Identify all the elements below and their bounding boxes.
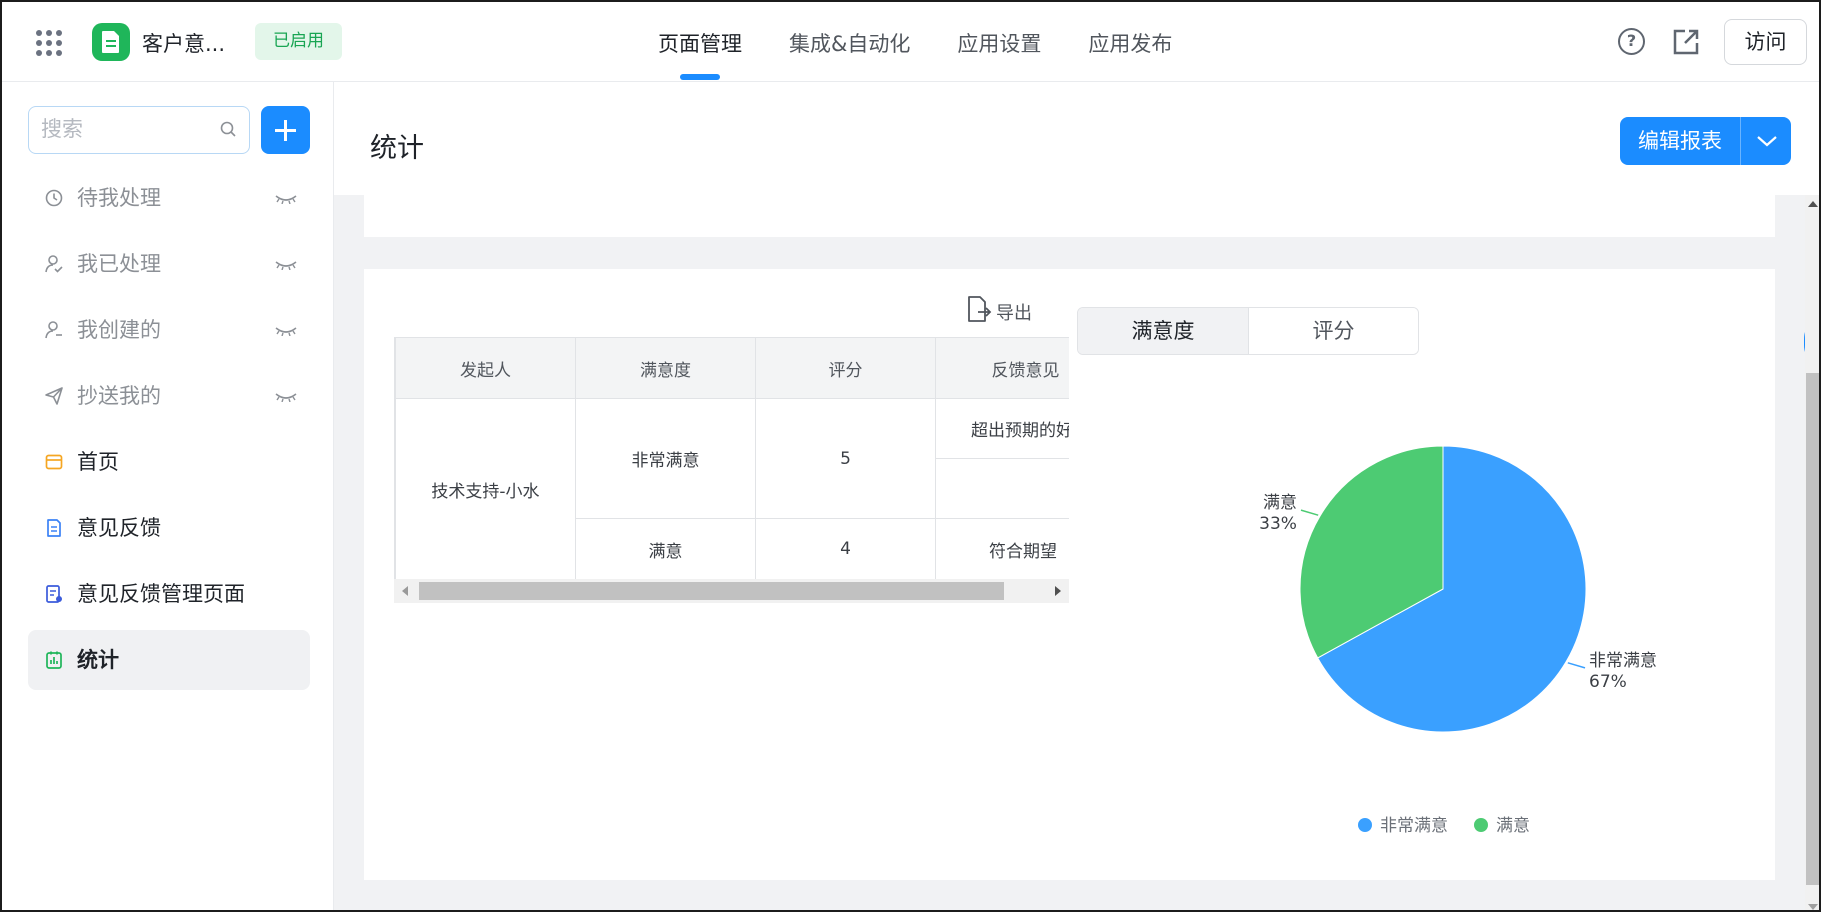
add-page-button[interactable] [261, 106, 310, 154]
search-box [28, 106, 250, 154]
eye-closed-icon[interactable] [274, 326, 298, 336]
pie-category-label: 满意 [1263, 493, 1297, 513]
send-icon [45, 387, 63, 405]
legend-marker[interactable] [1358, 818, 1372, 832]
app-window: 客户意... 已启用 页面管理 集成&自动化 应用设置 应用发布 ? 访问 待我… [0, 0, 1821, 912]
sidebar-item-label: 首页 [77, 450, 119, 474]
legend-label[interactable]: 非常满意 [1380, 816, 1448, 836]
scroll-up-arrow-icon[interactable] [1808, 201, 1818, 207]
sidebar-item-label: 统计 [77, 648, 119, 672]
app-name[interactable]: 客户意... [142, 28, 225, 58]
visit-button[interactable]: 访问 [1724, 19, 1807, 65]
pie-percent-label: 67% [1589, 672, 1627, 692]
sidebar-item-home[interactable]: 首页 [28, 432, 310, 492]
main-content: 统计 编辑报表 导出 发起人 满意度 评分 反馈意见 技术支持-小水 非常满意 … [334, 82, 1819, 910]
edit-report-button[interactable]: 编辑报表 [1620, 117, 1791, 165]
tab-page-management[interactable]: 页面管理 [658, 2, 742, 82]
report-card: 导出 发起人 满意度 评分 反馈意见 技术支持-小水 非常满意 5 超出预期的好… [364, 269, 1775, 880]
report-icon [46, 651, 62, 669]
scrollbar-thumb[interactable] [1806, 373, 1819, 885]
user-check-icon [45, 255, 63, 273]
tab-app-publish[interactable]: 应用发布 [1088, 2, 1172, 82]
sidebar-item-created[interactable]: 我创建的 [28, 300, 310, 360]
pie-category-label: 非常满意 [1589, 651, 1657, 671]
pie-label-line [1300, 509, 1319, 516]
help-icon[interactable]: ? [1618, 28, 1645, 55]
app-logo-icon [92, 23, 130, 61]
tab-app-settings[interactable]: 应用设置 [957, 2, 1041, 82]
pie-chart: 非常满意67%满意33%非常满意 满意 [1259, 445, 1657, 836]
sidebar: 待我处理 我已处理 我创建的 抄送我的 首页 意见反馈 意见反馈管理 [2, 82, 334, 910]
page-header: 统计 编辑报表 [334, 82, 1819, 195]
tab-integration-automation[interactable]: 集成&自动化 [789, 2, 910, 82]
sidebar-item-processed[interactable]: 我已处理 [28, 234, 310, 294]
form-icon [47, 519, 61, 537]
report-card-previous [364, 195, 1775, 237]
legend-label[interactable]: 满意 [1496, 816, 1530, 836]
sidebar-item-pending[interactable]: 待我处理 [28, 168, 310, 228]
sidebar-item-statistics[interactable]: 统计 [28, 630, 310, 690]
search-input[interactable] [29, 107, 209, 151]
sidebar-item-cc[interactable]: 抄送我的 [28, 366, 310, 426]
pie-label-line [1567, 662, 1586, 669]
sidebar-item-feedback-management[interactable]: 意见反馈管理页面 [28, 564, 310, 624]
user-add-icon [45, 321, 62, 339]
page-title: 统计 [370, 133, 424, 164]
external-link-icon[interactable] [1672, 28, 1700, 56]
app-grid-icon[interactable] [36, 30, 62, 56]
manage-page-icon [46, 585, 62, 603]
sidebar-item-label: 我创建的 [77, 318, 161, 342]
eye-closed-icon[interactable] [274, 392, 298, 402]
home-page-icon [45, 454, 63, 470]
legend-marker[interactable] [1474, 818, 1488, 832]
sidebar-item-label: 我已处理 [77, 252, 161, 276]
page-vertical-scrollbar[interactable] [1805, 195, 1819, 910]
scroll-down-arrow-icon[interactable] [1808, 904, 1818, 910]
search-icon[interactable] [220, 121, 237, 138]
eye-closed-icon[interactable] [274, 260, 298, 270]
top-nav: 页面管理 集成&自动化 应用设置 应用发布 [658, 2, 1219, 82]
chevron-down-icon[interactable] [1756, 134, 1778, 148]
edit-report-label[interactable]: 编辑报表 [1620, 117, 1740, 165]
sidebar-item-feedback[interactable]: 意见反馈 [28, 498, 310, 558]
sidebar-item-label: 抄送我的 [77, 384, 161, 408]
eye-closed-icon[interactable] [274, 194, 298, 204]
status-badge: 已启用 [255, 23, 342, 60]
pie-percent-label: 33% [1259, 514, 1297, 534]
clock-icon [45, 189, 63, 207]
sidebar-item-label: 意见反馈 [77, 516, 161, 540]
sidebar-item-label: 待我处理 [77, 186, 161, 210]
top-bar: 客户意... 已启用 页面管理 集成&自动化 应用设置 应用发布 ? 访问 [2, 2, 1819, 82]
sidebar-item-label: 意见反馈管理页面 [77, 582, 245, 606]
